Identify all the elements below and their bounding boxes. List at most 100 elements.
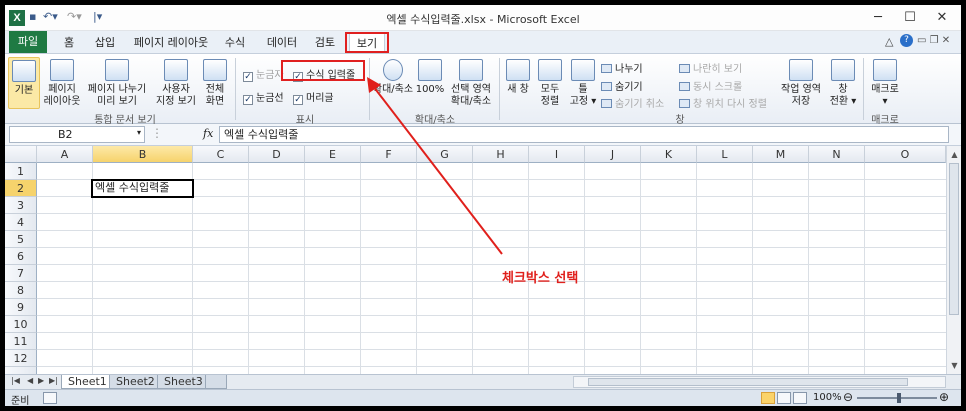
zoom-slider[interactable] xyxy=(857,393,937,403)
scroll-down-icon[interactable]: ▼ xyxy=(947,359,961,373)
arrange-all-button[interactable]: 모두 정렬 xyxy=(535,59,565,108)
column-header[interactable]: N xyxy=(809,146,865,163)
column-header[interactable]: A xyxy=(37,146,93,163)
column-header[interactable]: E xyxy=(305,146,361,163)
row-header[interactable]: 3 xyxy=(5,197,37,214)
gridlines-checkbox[interactable]: ✓ 눈금선 xyxy=(243,89,284,105)
row-header[interactable]: 10 xyxy=(5,316,37,333)
row-header[interactable]: 8 xyxy=(5,282,37,299)
last-sheet-icon[interactable]: ▶| xyxy=(49,376,58,385)
tab-data[interactable]: 데이터 xyxy=(261,33,303,53)
vertical-scrollbar[interactable]: ▲ ▼ xyxy=(946,146,961,374)
tab-review[interactable]: 검토 xyxy=(309,33,341,53)
first-sheet-icon[interactable]: |◀ xyxy=(11,376,20,385)
view-side-by-side-button[interactable]: 나란히 보기 xyxy=(679,60,742,75)
row-header[interactable]: 4 xyxy=(5,214,37,231)
restore-workbook-icon[interactable]: ▭ ❐ ✕ xyxy=(917,35,950,46)
page-break-preview-button[interactable]: 페이지 나누기 미리 보기 xyxy=(85,59,149,108)
gridline xyxy=(37,281,946,282)
zoom-to-selection-button[interactable]: 선택 영역 확대/축소 xyxy=(447,59,495,108)
row-header[interactable] xyxy=(5,367,37,374)
tab-formulas[interactable]: 수식 xyxy=(219,33,251,53)
sheet-tab-sheet2[interactable]: Sheet2 xyxy=(109,375,162,389)
name-box-dropdown-icon[interactable]: ▾ xyxy=(137,128,141,137)
zoom-100-button[interactable]: 100% xyxy=(415,59,445,96)
row-header[interactable]: 9 xyxy=(5,299,37,316)
name-box[interactable]: B2 xyxy=(9,126,145,143)
prev-sheet-icon[interactable]: ◀ xyxy=(27,376,33,385)
annotation-text: 체크박스 선택 xyxy=(502,271,579,286)
hide-button[interactable]: 숨기기 xyxy=(601,78,643,93)
row-header[interactable]: 6 xyxy=(5,248,37,265)
macro-record-icon[interactable] xyxy=(43,392,57,404)
sheet-tab-sheet1[interactable]: Sheet1 xyxy=(61,375,114,389)
column-header[interactable]: B xyxy=(93,146,193,163)
normal-view-button[interactable]: 기본 xyxy=(8,57,40,109)
column-header[interactable]: F xyxy=(361,146,417,163)
select-all-corner[interactable] xyxy=(5,146,37,163)
macros-button[interactable]: 매크로 ▾ xyxy=(867,59,903,108)
synchronous-scrolling-button[interactable]: 동시 스크롤 xyxy=(679,78,742,93)
normal-view-icon xyxy=(12,60,36,82)
new-window-button[interactable]: 새 창 xyxy=(503,59,533,96)
custom-views-button[interactable]: 사용자 지정 보기 xyxy=(153,59,199,108)
active-cell-b2[interactable]: 엑셀 수식입력줄 xyxy=(91,179,194,198)
unhide-button[interactable]: 숨기기 취소 xyxy=(601,95,664,110)
sheet-tab-sheet3[interactable]: Sheet3 xyxy=(157,375,210,389)
ribbon-minimize-icon[interactable]: △ xyxy=(885,35,893,48)
split-icon xyxy=(601,64,612,73)
tab-file[interactable]: 파일 xyxy=(9,31,47,53)
maximize-button[interactable]: ☐ xyxy=(895,8,925,28)
minimize-button[interactable]: ─ xyxy=(863,8,893,28)
normal-view-status-button[interactable] xyxy=(761,392,775,404)
tab-insert[interactable]: 삽입 xyxy=(89,33,121,53)
row-header[interactable]: 11 xyxy=(5,333,37,350)
row-header[interactable]: 5 xyxy=(5,231,37,248)
zoom-button[interactable]: 확대/축소 xyxy=(371,59,415,96)
column-header[interactable]: K xyxy=(641,146,697,163)
scroll-up-icon[interactable]: ▲ xyxy=(947,148,961,162)
zoom-out-icon[interactable]: ⊖ xyxy=(843,390,853,404)
help-icon[interactable]: ? xyxy=(900,34,913,47)
zoom-level[interactable]: 100% xyxy=(813,392,842,403)
next-sheet-icon[interactable]: ▶ xyxy=(38,376,44,385)
horizontal-scrollbar[interactable] xyxy=(573,376,946,388)
row-header[interactable]: 2 xyxy=(5,180,37,197)
column-header[interactable]: H xyxy=(473,146,529,163)
column-header[interactable]: L xyxy=(697,146,753,163)
horizontal-scroll-thumb[interactable] xyxy=(588,378,908,386)
insert-sheet-icon[interactable] xyxy=(205,375,227,389)
gridline xyxy=(37,230,946,231)
close-button[interactable]: ✕ xyxy=(927,8,957,28)
vertical-scroll-thumb[interactable] xyxy=(949,163,959,315)
tab-home[interactable]: 홈 xyxy=(55,33,83,53)
column-header[interactable]: G xyxy=(417,146,473,163)
page-layout-view-button[interactable]: 페이지 레이아웃 xyxy=(43,59,81,108)
split-button[interactable]: 나누기 xyxy=(601,60,643,75)
reset-window-position-button[interactable]: 창 위치 다시 정렬 xyxy=(679,95,767,110)
zoom-in-icon[interactable]: ⊕ xyxy=(939,390,949,404)
row-header[interactable]: 12 xyxy=(5,350,37,367)
ruler-checkbox[interactable]: ✓ 눈금자 xyxy=(243,66,284,82)
insert-function-icon[interactable]: fx xyxy=(203,127,213,140)
formula-input[interactable]: 엑셀 수식입력줄 xyxy=(219,126,949,143)
column-header[interactable]: I xyxy=(529,146,585,163)
switch-windows-button[interactable]: 창 전환 ▾ xyxy=(825,59,861,108)
column-header[interactable]: O xyxy=(865,146,946,163)
freeze-panes-button[interactable]: 틀 고정 ▾ xyxy=(567,59,599,108)
save-workspace-button[interactable]: 작업 영역 저장 xyxy=(779,59,823,108)
full-screen-button[interactable]: 전체 화면 xyxy=(201,59,229,108)
page-layout-status-button[interactable] xyxy=(777,392,791,404)
row-header[interactable]: 1 xyxy=(5,163,37,180)
worksheet-grid[interactable]: A B C D E F G H I J K L M N O 1 2 3 4 5 … xyxy=(5,146,946,374)
column-header[interactable]: J xyxy=(585,146,641,163)
column-header[interactable]: M xyxy=(753,146,809,163)
page-break-status-button[interactable] xyxy=(793,392,807,404)
column-header[interactable]: C xyxy=(193,146,249,163)
headings-checkbox[interactable]: ✓ 머리글 xyxy=(293,89,334,105)
column-header[interactable]: D xyxy=(249,146,305,163)
tab-page-layout[interactable]: 페이지 레이아웃 xyxy=(129,33,213,53)
row-header[interactable]: 7 xyxy=(5,265,37,282)
formula-bar-handle-icon[interactable]: ⋮ xyxy=(151,126,163,140)
zoom-slider-knob[interactable] xyxy=(897,393,901,403)
